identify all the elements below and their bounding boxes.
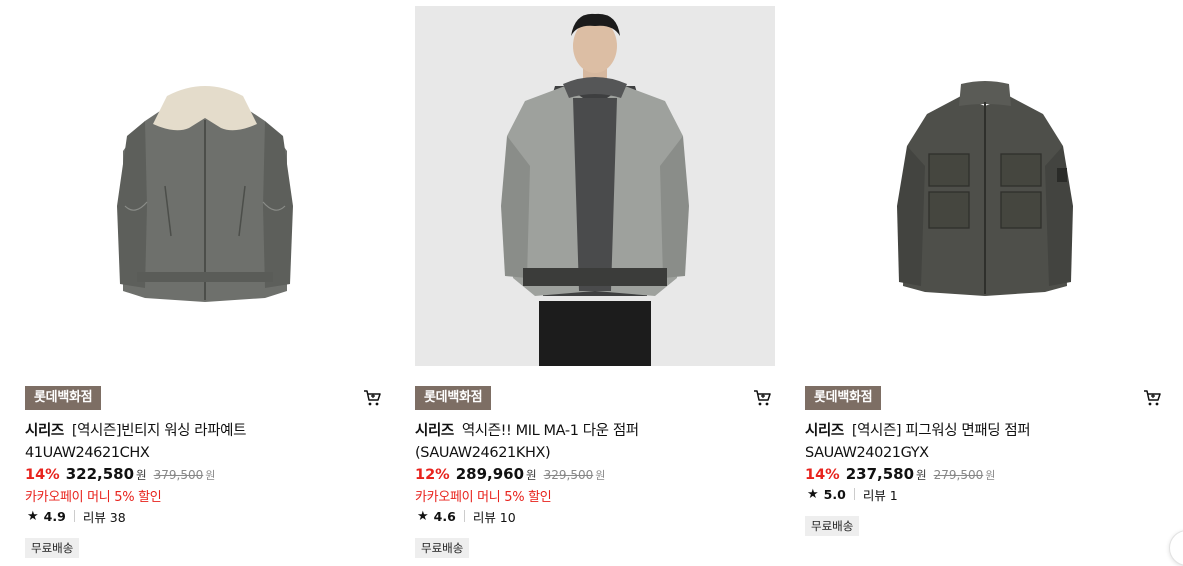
star-icon: ★ xyxy=(807,486,819,502)
store-badge: 롯데백화점 xyxy=(25,386,102,410)
rating-row: ★ 5.0 리뷰 1 xyxy=(807,485,898,503)
star-icon: ★ xyxy=(27,508,39,524)
sale-price: 237,580 xyxy=(845,465,915,483)
product-title[interactable]: 시리즈 [역시즌] 피그워싱 면패딩 점퍼 SAUAW24021GYX xyxy=(805,420,1135,464)
free-shipping-badge: 무료배송 xyxy=(25,538,80,558)
divider xyxy=(463,510,465,522)
rating-score: 4.9 xyxy=(43,508,66,524)
brand-name: 시리즈 xyxy=(805,423,844,439)
price-row: 12% 289,960 원 329,500 원 xyxy=(415,465,605,485)
cart-icon[interactable] xyxy=(363,389,381,407)
product-image[interactable] xyxy=(805,6,1165,366)
brand-name: 시리즈 xyxy=(25,423,64,439)
price-unit: 원 xyxy=(136,468,147,482)
promo-text: 카카오페이 머니 5% 할인 xyxy=(415,490,552,505)
cart-icon[interactable] xyxy=(753,389,771,407)
price-row: 14% 237,580 원 279,500 원 xyxy=(805,465,995,485)
review-count[interactable]: 리뷰 1 xyxy=(863,485,898,504)
discount-rate: 14% xyxy=(25,467,60,483)
review-count[interactable]: 리뷰 38 xyxy=(83,507,126,526)
sale-price: 322,580 xyxy=(65,465,135,483)
discount-rate: 12% xyxy=(415,467,450,483)
product-image[interactable] xyxy=(25,6,385,366)
star-icon: ★ xyxy=(417,508,429,524)
product-card-1[interactable]: 롯데백화점 시리즈 [역시즌]빈티지 워싱 라파예트 41UAW24621CHX … xyxy=(25,0,387,561)
free-shipping-badge: 무료배송 xyxy=(415,538,470,558)
original-price: 329,500 xyxy=(543,468,594,482)
divider xyxy=(73,510,75,522)
price-row: 14% 322,580 원 379,500 원 xyxy=(25,465,215,485)
free-shipping-badge: 무료배송 xyxy=(805,516,860,536)
sale-price: 289,960 xyxy=(455,465,525,483)
rating-row: ★ 4.9 리뷰 38 xyxy=(27,507,126,525)
original-price-unit: 원 xyxy=(985,469,996,482)
rating-row: ★ 4.6 리뷰 10 xyxy=(417,507,516,525)
price-unit: 원 xyxy=(916,468,927,482)
divider xyxy=(853,488,855,500)
original-price-unit: 원 xyxy=(595,469,606,482)
review-count[interactable]: 리뷰 10 xyxy=(473,507,516,526)
store-badge: 롯데백화점 xyxy=(415,386,492,410)
brand-name: 시리즈 xyxy=(415,423,454,439)
cart-icon[interactable] xyxy=(1143,389,1161,407)
original-price: 379,500 xyxy=(153,468,204,482)
jacket-padded-image xyxy=(897,81,1073,296)
rating-score: 4.6 xyxy=(433,508,456,524)
original-price-unit: 원 xyxy=(205,469,216,482)
product-title[interactable]: 시리즈 [역시즌]빈티지 워싱 라파예트 41UAW24621CHX xyxy=(25,420,355,464)
store-badge: 롯데백화점 xyxy=(805,386,882,410)
product-image[interactable] xyxy=(415,6,775,366)
promo-text: 카카오페이 머니 5% 할인 xyxy=(25,490,162,505)
rating-score: 5.0 xyxy=(823,486,846,502)
model-ma1-jacket-image xyxy=(501,13,689,366)
product-card-3[interactable]: 롯데백화점 시리즈 [역시즌] 피그워싱 면패딩 점퍼 SAUAW24021GYX… xyxy=(805,0,1167,561)
discount-rate: 14% xyxy=(805,467,840,483)
original-price: 279,500 xyxy=(933,468,984,482)
product-title[interactable]: 시리즈 역시즌!! MIL MA-1 다운 점퍼 (SAUAW24621KHX) xyxy=(415,420,745,464)
price-unit: 원 xyxy=(526,468,537,482)
product-card-2[interactable]: 롯데백화점 시리즈 역시즌!! MIL MA-1 다운 점퍼 (SAUAW2462… xyxy=(415,0,777,561)
jacket-shearling-collar-image xyxy=(117,86,293,302)
